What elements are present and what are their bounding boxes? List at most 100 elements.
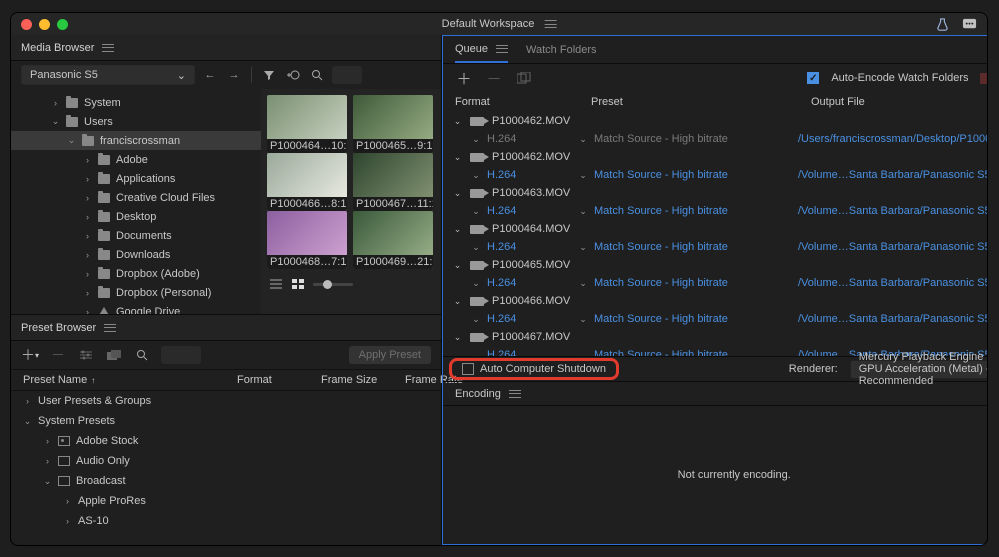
- tree-item[interactable]: ›System: [11, 93, 261, 112]
- queue-item[interactable]: ⌄H.264⌄Match Source - High bitrate/Volum…: [443, 166, 988, 184]
- preset-value[interactable]: Match Source - High bitrate: [594, 169, 728, 181]
- preset-row[interactable]: ›User Presets & Groups: [11, 391, 441, 411]
- preset-value[interactable]: Match Source - High bitrate: [594, 349, 728, 356]
- preset-row[interactable]: ›Audio Only: [11, 451, 441, 471]
- nav-back-button[interactable]: ←: [201, 66, 219, 84]
- preset-value[interactable]: Match Source - High bitrate: [594, 241, 728, 253]
- preset-search-input[interactable]: [161, 346, 201, 364]
- chevron-right-icon[interactable]: ›: [63, 516, 72, 526]
- chevron-right-icon[interactable]: ›: [83, 307, 92, 315]
- tab-watch-folders[interactable]: Watch Folders: [526, 38, 597, 62]
- preset-row[interactable]: ›Adobe Stock: [11, 431, 441, 451]
- media-search-input[interactable]: [332, 66, 362, 84]
- renderer-dropdown[interactable]: Mercury Playback Engine GPU Acceleration…: [850, 360, 988, 379]
- clip-thumbnail[interactable]: P1000466…8:12: [267, 153, 347, 211]
- format-value[interactable]: H.264: [487, 277, 516, 289]
- chevron-down-icon[interactable]: ⌄: [578, 278, 588, 289]
- chevron-down-icon[interactable]: ⌄: [453, 332, 462, 343]
- output-path[interactable]: /Volume…Santa Barbara/Panasonic S5/P1000: [798, 313, 988, 325]
- format-value[interactable]: H.264: [487, 313, 516, 325]
- tree-item[interactable]: ⌄franciscrossman: [11, 131, 261, 150]
- queue-group[interactable]: ⌄P1000462.MOV: [443, 148, 988, 166]
- tree-item[interactable]: ›Google Drive: [11, 302, 261, 314]
- auto-shutdown-checkbox[interactable]: [462, 363, 474, 375]
- search-icon[interactable]: [308, 66, 326, 84]
- col-frame-size[interactable]: Frame Size: [321, 374, 401, 386]
- chevron-down-icon[interactable]: ⌄: [578, 242, 588, 253]
- workspace-title[interactable]: Default Workspace: [442, 18, 557, 30]
- chevron-down-icon[interactable]: ⌄: [578, 314, 588, 325]
- remove-source-button[interactable]: －: [485, 69, 503, 87]
- output-path[interactable]: /Volume…Santa Barbara/Panasonic S5/P1000: [798, 205, 988, 217]
- remove-preset-button[interactable]: －: [49, 346, 67, 364]
- chevron-down-icon[interactable]: ⌄: [471, 242, 481, 253]
- queue-group[interactable]: ⌄P1000464.MOV: [443, 220, 988, 238]
- format-value[interactable]: H.264: [487, 349, 516, 356]
- apply-preset-button[interactable]: Apply Preset: [349, 346, 431, 364]
- preset-value[interactable]: Match Source - High bitrate: [594, 313, 728, 325]
- tree-item[interactable]: ›Adobe: [11, 150, 261, 169]
- chevron-down-icon[interactable]: ⌄: [453, 260, 462, 271]
- chevron-right-icon[interactable]: ›: [83, 250, 92, 260]
- close-window-button[interactable]: [21, 19, 32, 30]
- preset-browser-menu-icon[interactable]: [104, 324, 116, 332]
- preset-row[interactable]: ›Apple ProRes: [11, 491, 441, 511]
- chevron-right-icon[interactable]: ›: [43, 436, 52, 446]
- thumb-view-button[interactable]: [291, 278, 305, 290]
- chevron-down-icon[interactable]: ⌄: [471, 170, 481, 181]
- format-value[interactable]: H.264: [487, 133, 516, 145]
- chevron-down-icon[interactable]: ⌄: [471, 314, 481, 325]
- stop-queue-button[interactable]: [980, 73, 988, 84]
- output-path[interactable]: /Users/franciscrossman/Desktop/P1000462_…: [798, 133, 988, 145]
- chevron-right-icon[interactable]: ›: [51, 98, 60, 108]
- chat-icon[interactable]: [962, 17, 977, 32]
- tree-item[interactable]: ›Dropbox (Personal): [11, 283, 261, 302]
- lab-icon[interactable]: [935, 17, 950, 32]
- chevron-down-icon[interactable]: ⌄: [51, 116, 60, 127]
- chevron-down-icon[interactable]: ⌄: [67, 135, 76, 146]
- chevron-right-icon[interactable]: ›: [83, 288, 92, 298]
- tree-item[interactable]: ›Downloads: [11, 245, 261, 264]
- zoom-window-button[interactable]: [57, 19, 68, 30]
- chevron-down-icon[interactable]: ⌄: [578, 134, 588, 145]
- output-path[interactable]: /Volume…Santa Barbara/Panasonic S5/P1000: [798, 169, 988, 181]
- format-value[interactable]: H.264: [487, 205, 516, 217]
- chevron-down-icon[interactable]: ⌄: [23, 416, 32, 427]
- workspace-menu-icon[interactable]: [544, 20, 556, 28]
- media-browser-menu-icon[interactable]: [102, 44, 114, 52]
- tree-item[interactable]: ›Desktop: [11, 207, 261, 226]
- preset-value[interactable]: Match Source - High bitrate: [594, 277, 728, 289]
- chevron-right-icon[interactable]: ›: [83, 193, 92, 203]
- col-preset-name[interactable]: Preset Name: [23, 374, 87, 386]
- minimize-window-button[interactable]: [39, 19, 50, 30]
- new-group-button[interactable]: [105, 346, 123, 364]
- queue-item[interactable]: ⌄H.264⌄Match Source - High bitrate/Volum…: [443, 238, 988, 256]
- tree-item[interactable]: ›Creative Cloud Files: [11, 188, 261, 207]
- queue-item[interactable]: ⌄ H.264 ⌄ Match Source - High bitrate/Volum…: [443, 310, 988, 328]
- source-dropdown[interactable]: Panasonic S5 ⌄: [21, 65, 195, 85]
- preset-row[interactable]: ⌄Broadcast: [11, 471, 441, 491]
- folder-tree[interactable]: ›System⌄Users⌄franciscrossman›Adobe›Appl…: [11, 89, 261, 314]
- chevron-down-icon[interactable]: ⌄: [471, 134, 481, 145]
- queue-group[interactable]: ⌄P1000463.MOV: [443, 184, 988, 202]
- chevron-down-icon[interactable]: ⌄: [578, 170, 588, 181]
- clip-thumbnail[interactable]: P1000467…11:12: [353, 153, 433, 211]
- queue-item[interactable]: ⌄ H.264 ⌄ Match Source - High bitrate/Users…: [443, 130, 988, 148]
- clip-thumbnail[interactable]: P1000465…9:12: [353, 95, 433, 153]
- filter-button[interactable]: [260, 66, 278, 84]
- queue-group[interactable]: ⌄P1000466.MOV: [443, 292, 988, 310]
- add-preset-button[interactable]: ＋▾: [21, 346, 39, 364]
- chevron-down-icon[interactable]: ⌄: [453, 224, 462, 235]
- tree-item[interactable]: ›Documents: [11, 226, 261, 245]
- chevron-right-icon[interactable]: ›: [83, 231, 92, 241]
- chevron-down-icon[interactable]: ⌄: [471, 278, 481, 289]
- queue-item[interactable]: ⌄H.264⌄Match Source - High bitrate/Volum…: [443, 202, 988, 220]
- chevron-down-icon[interactable]: ⌄: [471, 206, 481, 217]
- preset-row[interactable]: ⌄System Presets: [11, 411, 441, 431]
- tree-item[interactable]: ›Applications: [11, 169, 261, 188]
- format-value[interactable]: H.264: [487, 241, 516, 253]
- chevron-right-icon[interactable]: ›: [83, 155, 92, 165]
- preset-value[interactable]: Match Source - High bitrate: [594, 133, 728, 145]
- auto-encode-checkbox[interactable]: ✓: [807, 72, 819, 84]
- preset-settings-button[interactable]: [77, 346, 95, 364]
